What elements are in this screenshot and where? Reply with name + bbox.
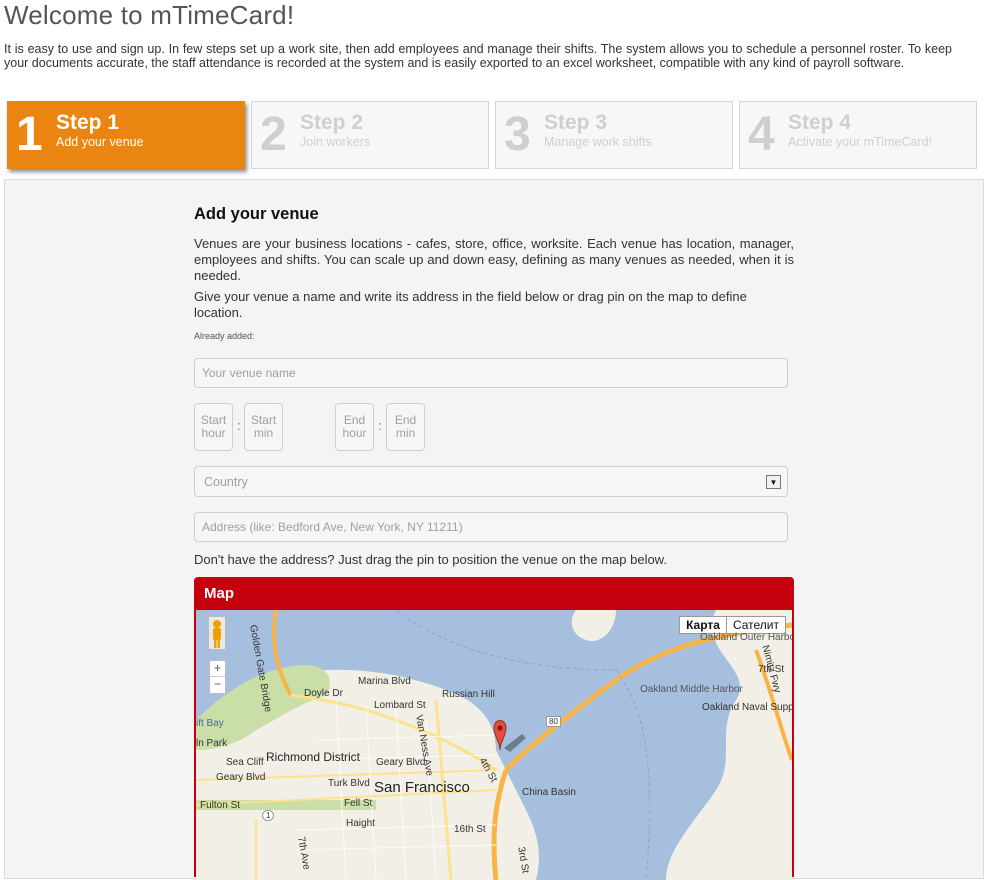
step-title: Step 1 [56,111,120,134]
dropdown-arrow-icon[interactable]: ▼ [766,475,781,489]
map-label: Geary Blvd [376,757,426,768]
venue-description: Venues are your business locations - caf… [194,236,794,283]
map-box: Map + − Карта Сателит Golden Gate Bridge… [194,577,794,880]
map-label: Russian Hill [442,689,495,700]
map-label: Oakland Middle Harbor [640,684,743,695]
map-label: Sea Cliff [226,757,264,768]
map-label: Haight [346,818,375,829]
step-title: Step 3 [544,111,608,134]
step-2[interactable]: 2 Step 2 Join workers [251,101,489,169]
map-canvas[interactable]: + − Карта Сателит Golden Gate Bridge Rus… [196,610,792,880]
step-number: 4 [748,108,775,161]
zoom-control: + − [209,660,226,694]
step-subtitle: Join workers [300,135,371,149]
step-subtitle: Add your venue [56,135,144,149]
map-title: Map [204,585,234,602]
step-3[interactable]: 3 Step 3 Manage work shifts [495,101,733,169]
map-label: China Basin [522,787,576,798]
time-separator: : [237,418,241,433]
country-value: Country [204,475,248,489]
already-added-label: Already added: [194,331,255,341]
map-label: Geary Blvd [216,772,266,783]
start-hour-input[interactable]: Start hour [194,403,233,451]
map-label: San Francisco [374,779,470,796]
address-input[interactable] [194,512,788,542]
step-number: 2 [260,108,287,161]
form-heading: Add your venue [194,205,319,223]
venue-name-input[interactable] [194,358,788,388]
map-label: 16th St [454,824,486,835]
map-label: Oakland Outer Harbor [700,632,792,643]
venue-instructions: Give your venue a name and write its add… [194,289,747,320]
map-type-map-button[interactable]: Карта [680,617,727,633]
map-label: Marina Blvd [358,676,411,687]
time-separator: : [378,418,382,433]
step-title: Step 2 [300,111,364,134]
end-min-input[interactable]: End min [386,403,425,451]
map-label: Fulton St [200,800,241,811]
map-label: Richmond District [266,750,361,764]
country-select[interactable]: Country ▼ [194,466,788,497]
map-label: ift Bay [196,718,224,729]
map-label: Turk Blvd [328,778,370,789]
venue-panel: Add your venue Venues are your business … [4,179,984,880]
map-graphic [196,610,792,880]
map-label: ln Park [196,738,228,749]
map-type-satellite-button[interactable]: Сателит [727,617,785,633]
map-label: Fell St [344,798,373,809]
step-title: Step 4 [788,111,852,134]
page-title: Welcome to mTimeCard! [4,0,295,30]
pegman-icon[interactable] [208,616,226,650]
step-number: 3 [504,108,531,161]
highway-80-shield: 80 [546,716,561,727]
start-min-input[interactable]: Start min [244,403,283,451]
map-label: Oakland Naval Supply Center [702,702,792,713]
end-hour-input[interactable]: End hour [335,403,374,451]
steps-bar: 1 Step 1 Add your venue 2 Step 2 Join wo… [7,101,983,169]
zoom-out-button[interactable]: − [210,677,225,693]
step-1[interactable]: 1 Step 1 Add your venue [7,101,245,169]
zoom-in-button[interactable]: + [210,661,225,677]
intro-text: It is easy to use and sign up. In few st… [4,42,952,70]
step-4[interactable]: 4 Step 4 Activate your mTimeCard! [739,101,977,169]
step-subtitle: Manage work shifts [544,135,652,149]
map-hint: Don't have the address? Just drag the pi… [194,552,667,567]
map-label: Doyle Dr [304,688,343,699]
map-label: Lombard St [374,700,426,711]
step-subtitle: Activate your mTimeCard! [788,135,933,149]
step-number: 1 [16,108,43,161]
